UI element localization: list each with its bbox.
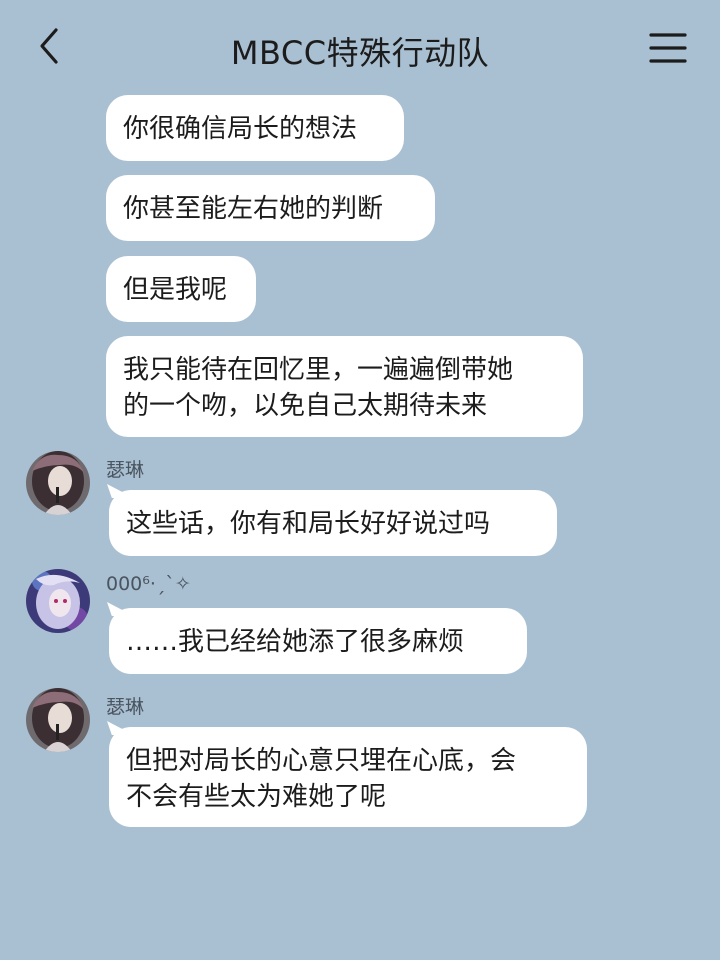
sender-name: 瑟琳 <box>106 696 145 718</box>
message-bubble[interactable]: ……我已经给她添了很多麻烦 <box>109 608 527 674</box>
message-text: 你甚至能左右她的判断 <box>123 194 384 224</box>
menu-button[interactable] <box>648 30 688 66</box>
message-text: ……我已经给她添了很多麻烦 <box>126 627 465 657</box>
message-bubble[interactable]: 但把对局长的心意只埋在心底，会 不会有些太为难她了呢 <box>109 727 587 827</box>
avatar[interactable] <box>26 451 90 515</box>
avatar-image <box>26 569 90 633</box>
avatar[interactable] <box>26 688 90 752</box>
message-bubble[interactable]: 这些话，你有和局长好好说过吗 <box>109 490 557 556</box>
avatar-image <box>26 688 90 752</box>
message-bubble[interactable]: 你甚至能左右她的判断 <box>106 175 435 241</box>
avatar-image <box>26 451 90 515</box>
message-bubble[interactable]: 我只能待在回忆里，一遍遍倒带她 的一个吻，以免自己太期待未来 <box>106 336 583 437</box>
message-text: 这些话，你有和局长好好说过吗 <box>126 509 491 539</box>
sender-name: 000⁶·ˏˋ✧ <box>106 573 191 595</box>
chat-title: MBCC特殊行动队 <box>230 34 490 72</box>
sender-name: 瑟琳 <box>106 459 145 481</box>
message-text-line: 但把对局长的心意只埋在心底，会 <box>126 746 517 776</box>
message-bubble[interactable]: 但是我呢 <box>106 256 256 322</box>
message-text-line: 的一个吻，以免自己太期待未来 <box>123 391 488 421</box>
chat-header: MBCC特殊行动队 <box>0 0 720 95</box>
message-bubble[interactable]: 你很确信局长的想法 <box>106 95 404 161</box>
avatar[interactable] <box>26 569 90 633</box>
message-text-line: 不会有些太为难她了呢 <box>126 782 387 812</box>
message-text: 但是我呢 <box>123 275 228 305</box>
menu-icon <box>649 33 687 63</box>
message-text: 你很确信局长的想法 <box>123 114 358 144</box>
message-text-line: 我只能待在回忆里，一遍遍倒带她 <box>123 355 514 385</box>
